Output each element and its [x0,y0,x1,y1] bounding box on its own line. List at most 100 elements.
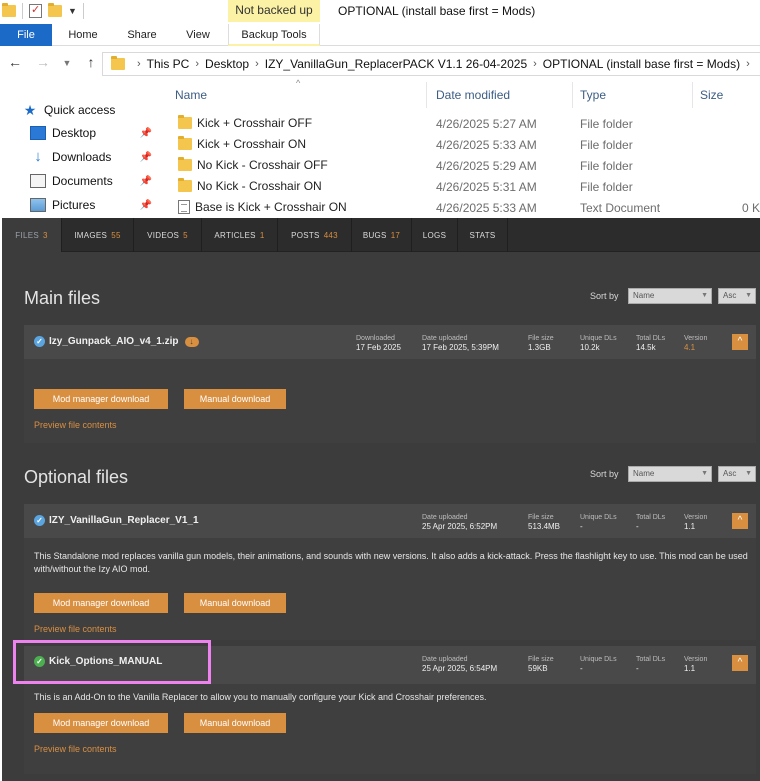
tab-articles[interactable]: ARTICLES 1 [202,218,278,252]
pin-icon[interactable]: 📌 [140,200,152,211]
stat-value: 513.4MB [528,522,561,531]
file-name: Kick + Crosshair OFF [197,116,313,130]
preview-file-contents-link[interactable]: Preview file contents [34,624,117,634]
column-divider[interactable] [426,82,427,108]
manual-download-button[interactable]: Manual download [184,389,286,409]
column-divider[interactable] [692,82,693,108]
pin-icon[interactable]: 📌 [140,176,152,187]
tab-file[interactable]: File [0,24,52,46]
tab-view[interactable]: View [180,24,216,46]
preview-file-contents-link[interactable]: Preview file contents [34,420,117,430]
nav-item-label: Desktop [52,126,97,140]
chevron-right-icon[interactable]: › [255,58,259,70]
breadcrumb-item[interactable]: This PC [147,57,190,71]
tab-stats[interactable]: STATS [458,218,508,252]
manual-download-button[interactable]: Manual download [184,593,286,613]
column-header-date[interactable]: Date modified [436,80,510,108]
chevron-down-icon[interactable]: ▼ [68,6,77,16]
sort-field-select[interactable]: Name ▼ [628,288,712,304]
column-header-size[interactable]: Size [700,80,723,108]
nav-item-downloads[interactable]: ↓ Downloads 📌 [30,146,158,168]
file-description: This is an Add-On to the Vanilla Replace… [34,692,487,702]
breadcrumb-item[interactable]: OPTIONAL (install base first = Mods) [543,57,740,71]
chevron-right-icon[interactable]: › [533,58,537,70]
breadcrumb[interactable]: › This PC › Desktop › IZY_VanillaGun_Rep… [102,52,760,76]
tab-label: ARTICLES [214,231,256,240]
folder-icon [178,157,192,171]
stat-label: File size [528,335,554,342]
optional-file-card: ✓ IZY_VanillaGun_Replacer_V1_1 Date uplo… [24,504,756,640]
backup-status-tab[interactable]: Not backed up [228,0,320,22]
tab-share[interactable]: Share [120,24,164,46]
file-header[interactable]: ✓ Izy_Gunpack_AIO_v4_1.zip ↓ Downloaded 1… [24,325,756,359]
stat-label: Date uploaded [422,335,468,342]
file-header[interactable]: ✓ IZY_VanillaGun_Replacer_V1_1 Date uplo… [24,504,756,538]
mod-manager-download-button[interactable]: Mod manager download [34,389,168,409]
column-header-name[interactable]: Name [175,80,207,108]
file-row[interactable]: No Kick - Crosshair OFF 4/26/2025 5:29 A… [160,155,760,176]
tab-posts[interactable]: POSTS 443 [278,218,352,252]
sort-field-select[interactable]: Name ▼ [628,466,712,482]
stat-date-uploaded: Date uploaded 25 Apr 2025, 6:54PM [422,655,497,673]
nav-item-pictures[interactable]: Pictures 📌 [30,194,158,216]
file-row[interactable]: Kick + Crosshair OFF 4/26/2025 5:27 AM F… [160,113,760,134]
tab-label: STATS [469,231,496,240]
quick-access-toolbar: ▼ [2,3,84,19]
tab-count: 17 [390,231,401,240]
tab-videos[interactable]: VIDEOS 5 [134,218,202,252]
mod-manager-download-button[interactable]: Mod manager download [34,713,168,733]
back-arrow-icon[interactable]: ← [6,54,24,70]
stat-label: Total DLs [636,656,666,663]
recent-locations-chevron-icon[interactable]: ▼ [58,58,76,68]
file-row[interactable]: Kick + Crosshair ON 4/26/2025 5:33 AM Fi… [160,134,760,155]
file-row[interactable]: Base is Kick + Crosshair ON 4/26/2025 5:… [160,197,760,218]
pin-icon[interactable]: 📌 [140,128,152,139]
stat-label: Version [684,514,708,521]
chevron-right-icon[interactable]: › [746,58,750,70]
sort-order-select[interactable]: Asc ▼ [718,288,756,304]
stat-downloaded: Downloaded 17 Feb 2025 [356,334,401,352]
file-row[interactable]: No Kick - Crosshair ON 4/26/2025 5:31 AM… [160,176,760,197]
stat-file-size: File size 513.4MB [528,513,560,531]
stat-value: 4.1 [684,343,696,352]
tab-files[interactable]: FILES 3 [2,218,62,252]
tab-label: FILES [15,231,39,240]
stat-value: - [636,522,639,531]
nav-item-documents[interactable]: Documents 📌 [30,170,158,192]
properties-icon[interactable] [29,3,42,18]
manual-download-button[interactable]: Manual download [184,713,286,733]
stat-total-dls: Total DLs - [636,513,665,531]
collapse-toggle-icon[interactable]: ^ [732,334,748,350]
divider [22,3,23,19]
tab-backup-tools[interactable]: Backup Tools [228,24,320,46]
breadcrumb-item[interactable]: IZY_VanillaGun_ReplacerPACK V1.1 26-04-2… [265,57,527,71]
folder-icon [178,115,192,129]
pin-icon[interactable]: 📌 [140,152,152,163]
sort-order-select[interactable]: Asc ▼ [718,466,756,482]
file-date: 4/26/2025 5:33 AM [436,138,537,152]
sort-by-label: Sort by [590,291,619,301]
preview-file-contents-link[interactable]: Preview file contents [34,744,117,754]
collapse-toggle-icon[interactable]: ^ [732,513,748,529]
tab-home[interactable]: Home [60,24,106,46]
tab-bugs[interactable]: BUGS 17 [352,218,412,252]
up-arrow-icon[interactable]: ↑ [82,54,100,70]
column-header-type[interactable]: Type [580,80,606,108]
folder-icon[interactable] [2,3,16,17]
file-title: ✓ IZY_VanillaGun_Replacer_V1_1 [34,515,199,526]
chevron-right-icon[interactable]: › [195,58,199,70]
tab-images[interactable]: IMAGES 55 [62,218,134,252]
nav-item-label: Pictures [52,198,96,212]
tab-label: LOGS [422,231,447,240]
mod-manager-download-button[interactable]: Mod manager download [34,593,168,613]
forward-arrow-icon[interactable]: → [34,54,52,70]
nav-item-desktop[interactable]: Desktop 📌 [30,122,158,144]
tab-logs[interactable]: LOGS [412,218,458,252]
chevron-right-icon[interactable]: › [137,58,141,70]
tab-label: BUGS [362,231,387,240]
nav-quick-access[interactable]: ★ Quick access [22,99,180,121]
collapse-toggle-icon[interactable]: ^ [732,655,748,671]
breadcrumb-item[interactable]: Desktop [205,57,249,71]
new-folder-icon[interactable] [48,3,62,17]
column-divider[interactable] [572,82,573,108]
